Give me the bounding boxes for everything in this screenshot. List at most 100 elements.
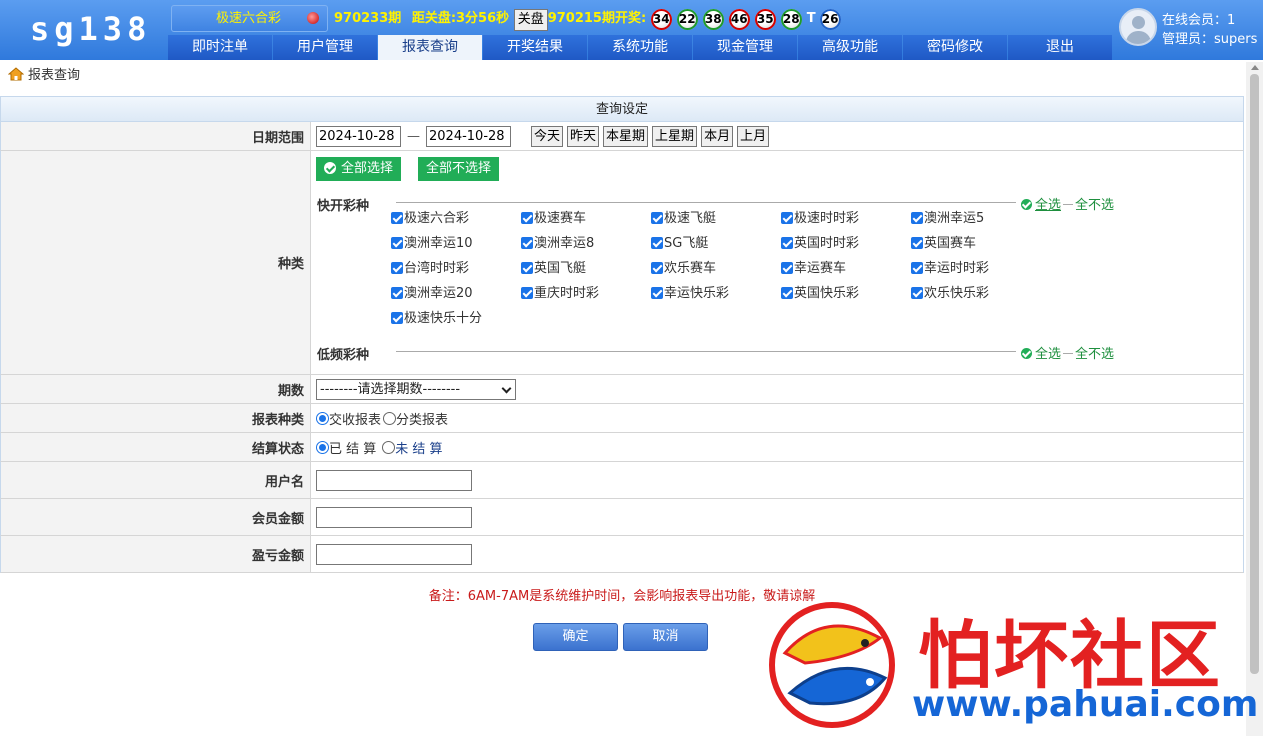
lottery-checkbox-label: 极速时时彩 [794, 211, 860, 226]
lottery-checkbox-item[interactable]: 台湾时时彩 [391, 257, 521, 282]
lottery-checkbox-item[interactable]: 澳洲幸运10 [391, 232, 521, 257]
lottery-checkbox-label: 台湾时时彩 [404, 261, 470, 276]
avatar[interactable] [1119, 8, 1157, 46]
lottery-checkbox-item[interactable]: 极速六合彩 [391, 207, 521, 232]
settle-status-label: 结算状态 [1, 433, 311, 461]
nav-tab[interactable]: 系统功能 [588, 35, 692, 60]
nav-tab[interactable]: 开奖结果 [483, 35, 587, 60]
profit-amount-input[interactable] [316, 543, 472, 565]
cancel-button[interactable]: 取消 [623, 623, 708, 651]
fast-select-none-link[interactable]: 全不选 [1075, 198, 1114, 213]
checkbox-checked-icon[interactable] [521, 287, 533, 299]
checkbox-checked-icon[interactable] [781, 262, 793, 274]
checkbox-checked-icon[interactable] [391, 237, 403, 249]
lottery-checkbox-item[interactable]: 英国快乐彩 [781, 282, 911, 307]
unsettled-radio[interactable] [382, 440, 396, 454]
special-ball: 26 [819, 9, 841, 30]
username-input[interactable] [316, 469, 472, 491]
lottery-checkbox-item[interactable]: 澳洲幸运8 [521, 232, 651, 257]
close-market-button[interactable]: 关盘 [513, 9, 548, 31]
checkbox-checked-icon[interactable] [651, 287, 663, 299]
slow-select-all-link[interactable]: 全选 [1035, 347, 1061, 362]
checkbox-checked-icon[interactable] [911, 237, 923, 249]
scroll-thumb[interactable] [1250, 74, 1259, 674]
page-scrollbar[interactable] [1246, 62, 1263, 736]
scroll-up-icon[interactable] [1251, 65, 1259, 70]
settled-radio[interactable] [316, 440, 329, 454]
checkbox-checked-icon[interactable] [781, 237, 793, 249]
date-range-label: 日期范围 [1, 122, 311, 150]
confirm-button[interactable]: 确定 [533, 623, 618, 651]
quick-date-button[interactable]: 上月 [737, 125, 770, 147]
lottery-checkbox-item[interactable]: 极速时时彩 [781, 207, 911, 232]
checkbox-checked-icon[interactable] [521, 237, 533, 249]
nav-tab[interactable]: 现金管理 [693, 35, 797, 60]
checkbox-checked-icon[interactable] [521, 262, 533, 274]
checkbox-checked-icon[interactable] [391, 287, 403, 299]
report-type-radio-category[interactable] [383, 411, 397, 425]
slow-select-none-link[interactable]: 全不选 [1075, 347, 1114, 362]
checkbox-checked-icon[interactable] [391, 212, 403, 224]
checkbox-checked-icon[interactable] [781, 212, 793, 224]
date-from-input[interactable] [316, 125, 401, 147]
member-amount-input[interactable] [316, 506, 472, 528]
lottery-checkbox-item[interactable]: 英国赛车 [911, 232, 1041, 257]
lottery-selector-label: 极速六合彩 [216, 11, 282, 26]
unsettled-option[interactable]: 未 结 算 [395, 438, 442, 457]
checkbox-checked-icon[interactable] [391, 312, 403, 324]
nav-tab[interactable]: 即时注单 [168, 35, 272, 60]
quick-date-button[interactable]: 本星期 [603, 125, 649, 147]
lottery-checkbox-item[interactable]: 极速快乐十分 [391, 307, 521, 332]
query-form: 查询设定 日期范围 — 今天昨天本星期上星期本月上月 种类 全部选择 全部不选择… [0, 96, 1244, 573]
quick-date-button[interactable]: 上星期 [652, 125, 698, 147]
lottery-checkbox-label: 英国时时彩 [794, 236, 860, 251]
lottery-checkbox-item[interactable]: 英国时时彩 [781, 232, 911, 257]
quick-date-button[interactable]: 今天 [531, 125, 564, 147]
lottery-checkbox-item[interactable]: 极速飞艇 [651, 207, 781, 232]
checkbox-checked-icon[interactable] [391, 262, 403, 274]
nav-tab[interactable]: 高级功能 [798, 35, 902, 60]
lottery-checkbox-item[interactable]: 极速赛车 [521, 207, 651, 232]
report-type-radio-settlement[interactable] [316, 411, 329, 425]
lottery-selector[interactable]: 极速六合彩 [171, 5, 328, 32]
quick-date-button[interactable]: 昨天 [567, 125, 600, 147]
select-none-button[interactable]: 全部不选择 [418, 157, 500, 181]
lottery-checkbox-item[interactable]: 幸运时时彩 [911, 257, 1041, 282]
nav-tab[interactable]: 密码修改 [903, 35, 1007, 60]
checkbox-checked-icon[interactable] [781, 287, 793, 299]
draw-ticker: 970233期 距关盘:3分56秒 关盘 970215期开奖: 34 22 38 46 3… [334, 9, 846, 31]
lottery-checkbox-item[interactable]: 幸运赛车 [781, 257, 911, 282]
date-to-input[interactable] [426, 125, 511, 147]
lottery-checkbox-item[interactable]: 欢乐快乐彩 [911, 282, 1041, 307]
home-icon[interactable] [8, 67, 24, 81]
checkbox-checked-icon[interactable] [521, 212, 533, 224]
date-range-row: 日期范围 — 今天昨天本星期上星期本月上月 [0, 122, 1244, 151]
checkbox-checked-icon[interactable] [911, 262, 923, 274]
settled-option[interactable]: 已 结 算 [329, 438, 376, 457]
period-select[interactable]: --------请选择期数-------- [316, 378, 516, 400]
lottery-checkbox-item[interactable]: 澳洲幸运20 [391, 282, 521, 307]
checkbox-checked-icon[interactable] [651, 262, 663, 274]
report-type-row: 报表种类 交收报表 分类报表 [0, 404, 1244, 433]
lottery-checkbox-item[interactable]: 幸运快乐彩 [651, 282, 781, 307]
lottery-checkbox-item[interactable]: SG飞艇 [651, 232, 781, 257]
select-all-button[interactable]: 全部选择 [316, 157, 402, 181]
date-separator: — [407, 128, 420, 144]
nav-tab[interactable]: 用户管理 [273, 35, 377, 60]
checkbox-checked-icon[interactable] [911, 287, 923, 299]
draw-label: 970215期开奖: [547, 11, 647, 26]
checkbox-checked-icon[interactable] [651, 212, 663, 224]
lottery-type-label: 种类 [1, 151, 311, 374]
report-type-option-category[interactable]: 分类报表 [396, 409, 448, 428]
nav-tab[interactable]: 退出 [1008, 35, 1112, 60]
lottery-checkbox-item[interactable]: 澳洲幸运5 [911, 207, 1041, 232]
checkbox-checked-icon[interactable] [911, 212, 923, 224]
quick-date-button[interactable]: 本月 [701, 125, 734, 147]
checkbox-checked-icon[interactable] [651, 237, 663, 249]
fast-group-title: 快开彩种 [317, 199, 370, 214]
lottery-checkbox-item[interactable]: 重庆时时彩 [521, 282, 651, 307]
nav-tab[interactable]: 报表查询 [378, 35, 482, 60]
lottery-checkbox-item[interactable]: 英国飞艇 [521, 257, 651, 282]
report-type-option-settlement[interactable]: 交收报表 [329, 409, 381, 428]
lottery-checkbox-item[interactable]: 欢乐赛车 [651, 257, 781, 282]
